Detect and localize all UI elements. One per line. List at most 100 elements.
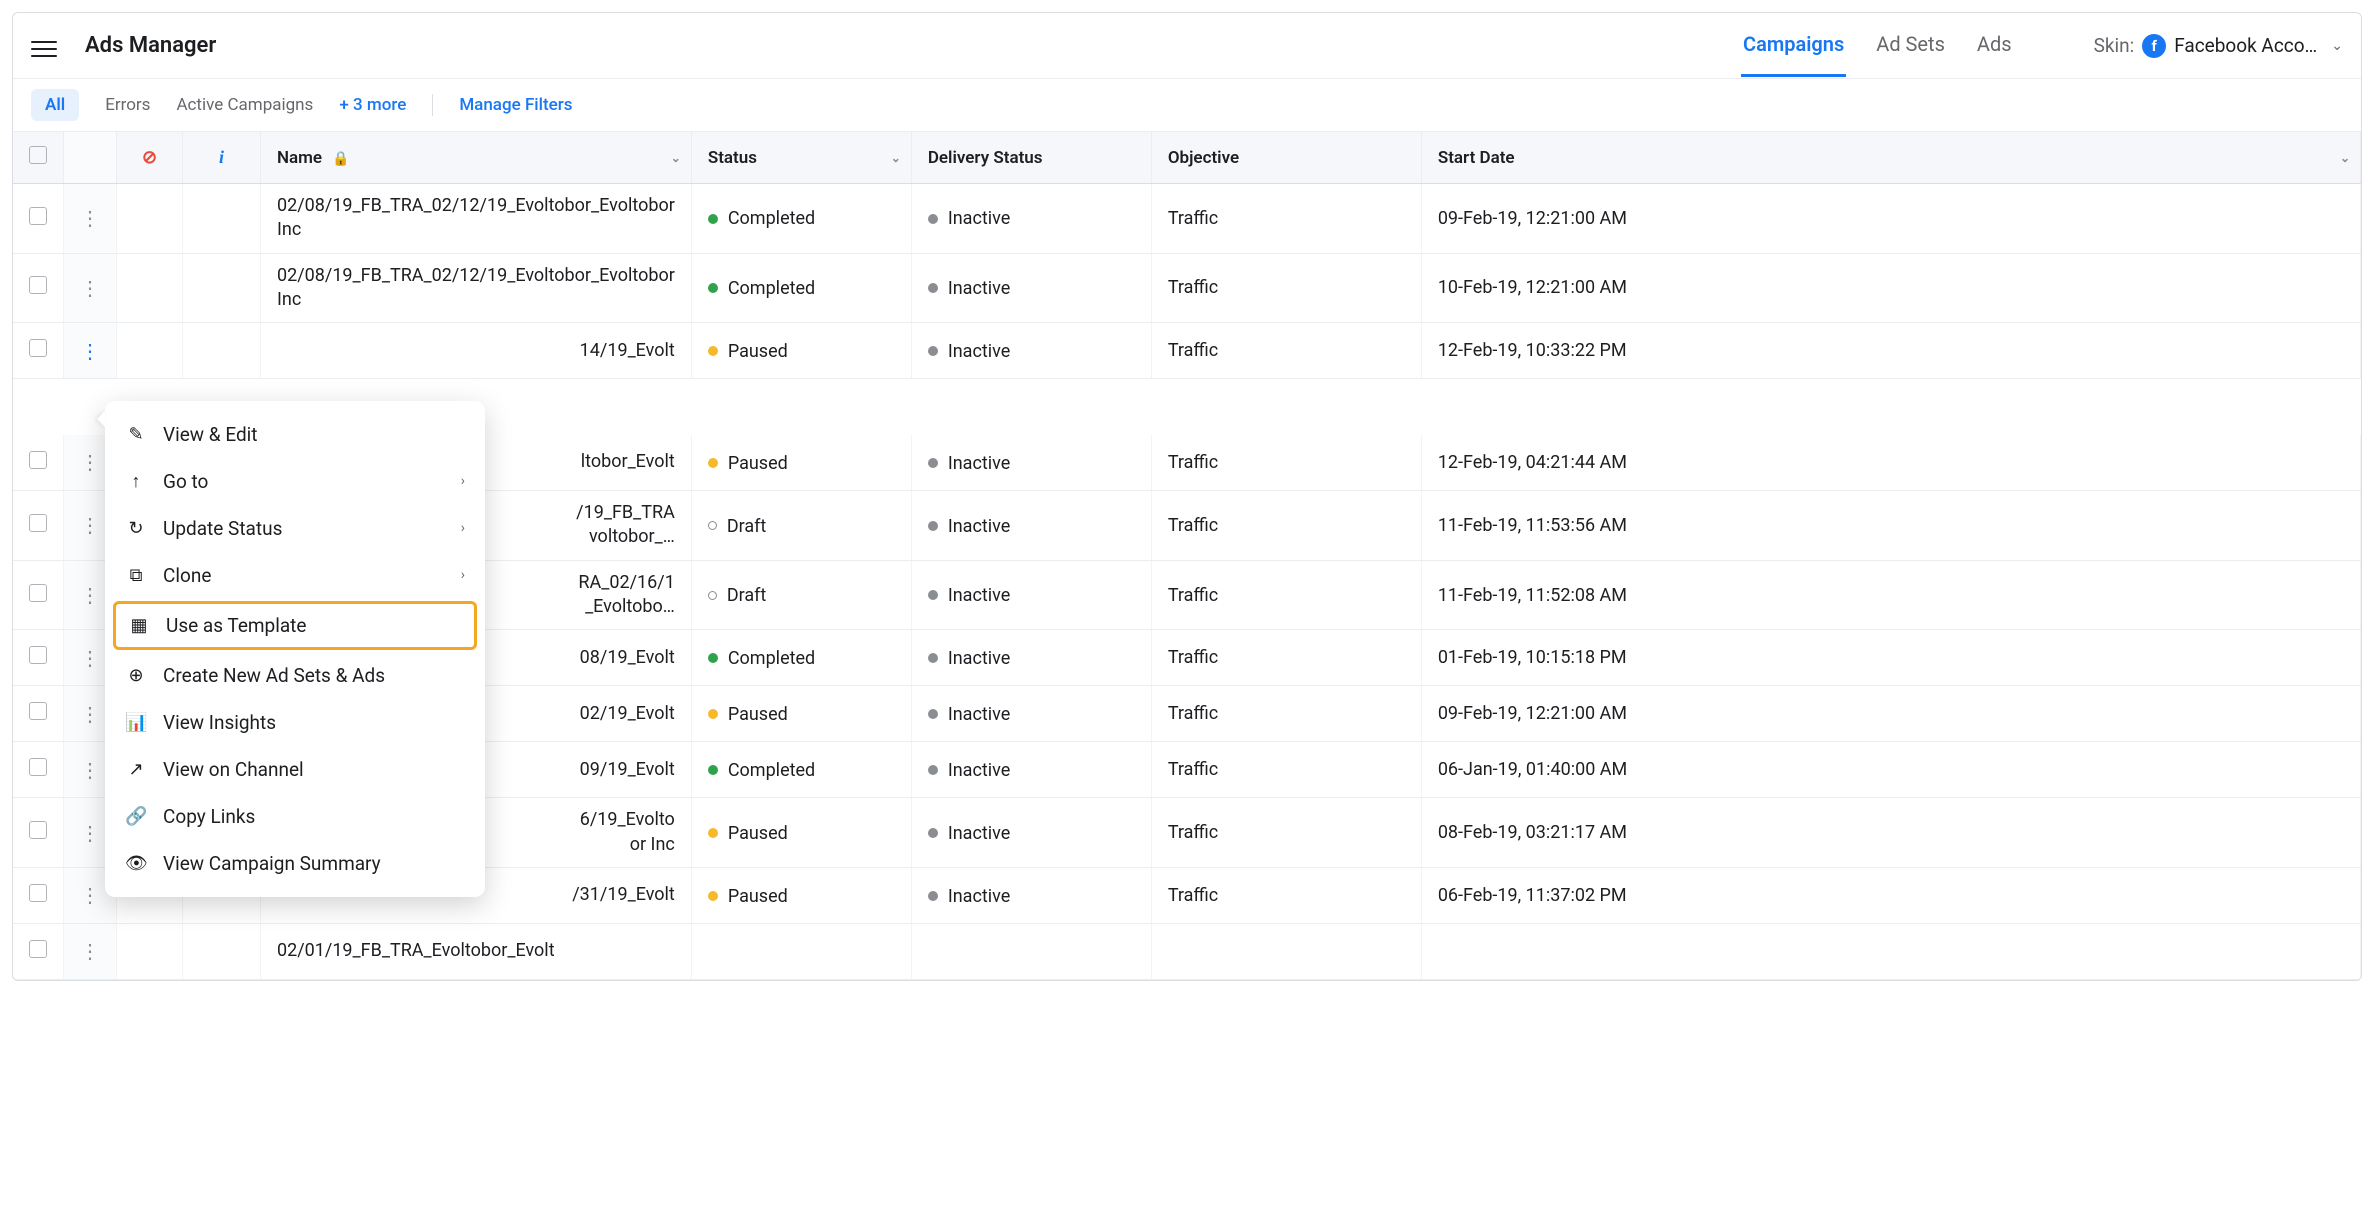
row-status: Draft [691, 491, 911, 561]
filter-errors[interactable]: Errors [105, 95, 150, 115]
status-dot-icon [928, 214, 938, 224]
header-objective[interactable]: Objective [1151, 132, 1421, 184]
delivery-text: Inactive [948, 648, 1010, 669]
row-delivery: Inactive [911, 184, 1151, 254]
header-info[interactable]: i [183, 132, 261, 184]
header-start-date[interactable]: Start Date ⌄ [1421, 132, 2360, 184]
menu-view-campaign-summary[interactable]: 👁 View Campaign Summary [105, 840, 485, 887]
kebab-icon[interactable]: ⋮ [80, 276, 100, 300]
table-row[interactable]: ⋮ 02/08/19_FB_TRA_02/12/19_Evoltobor_Evol… [13, 184, 2361, 254]
kebab-icon[interactable]: ⋮ [80, 206, 100, 230]
status-dot-icon [928, 346, 938, 356]
header-start-date-label: Start Date [1438, 148, 1515, 168]
delivery-text: Inactive [948, 760, 1010, 781]
kebab-icon[interactable]: ⋮ [80, 339, 100, 363]
menu-go-to[interactable]: ↑ Go to › [105, 458, 485, 505]
tab-ad-sets[interactable]: Ad Sets [1874, 14, 1947, 77]
hamburger-icon[interactable] [31, 36, 57, 56]
row-delivery: Inactive [911, 742, 1151, 798]
header-warnings[interactable]: ⊘ [117, 132, 183, 184]
divider [432, 94, 433, 116]
kebab-icon[interactable]: ⋮ [80, 883, 100, 907]
menu-view-edit[interactable]: ✎ View & Edit [105, 411, 485, 458]
header-delivery-status[interactable]: Delivery Status [911, 132, 1151, 184]
tab-campaigns[interactable]: Campaigns [1741, 14, 1846, 77]
campaign-name: 02/08/19_FB_TRA_02/12/19_Evoltobor_Evolt… [277, 264, 675, 313]
row-checkbox[interactable] [13, 798, 64, 868]
filter-more[interactable]: + 3 more [339, 95, 406, 115]
chevron-right-icon: › [461, 520, 465, 536]
row-start-date: 09-Feb-19, 12:21:00 AM [1421, 686, 2360, 742]
menu-view-insights[interactable]: 📊 View Insights [105, 699, 485, 746]
row-status: Paused [691, 867, 911, 923]
kebab-icon[interactable]: ⋮ [80, 758, 100, 782]
row-status: Paused [691, 686, 911, 742]
row-checkbox[interactable] [13, 686, 64, 742]
row-checkbox[interactable] [13, 867, 64, 923]
row-warning [117, 923, 183, 979]
row-actions[interactable]: ⋮ [64, 184, 117, 254]
menu-use-as-template[interactable]: ▦ Use as Template [113, 601, 477, 650]
row-delivery: Inactive [911, 253, 1151, 323]
row-checkbox[interactable] [13, 560, 64, 630]
row-checkbox[interactable] [13, 435, 64, 491]
row-status: Completed [691, 742, 911, 798]
status-dot-icon [708, 828, 718, 838]
row-checkbox[interactable] [13, 184, 64, 254]
kebab-icon[interactable]: ⋮ [80, 939, 100, 963]
chevron-right-icon: › [461, 473, 465, 489]
row-actions[interactable]: ⋮ [64, 253, 117, 323]
row-actions[interactable]: ⋮ [64, 923, 117, 979]
tab-ads[interactable]: Ads [1975, 14, 2014, 77]
row-name[interactable]: 02/01/19_FB_TRA_Evoltobor_Evolt [261, 923, 692, 979]
table-row[interactable]: ⋮ 02/08/19_FB_TRA_02/12/19_Evoltobor_Evol… [13, 253, 2361, 323]
template-icon: ▦ [128, 615, 150, 636]
status-dot-icon [708, 214, 718, 224]
menu-copy-links[interactable]: 🔗 Copy Links [105, 793, 485, 840]
row-name[interactable]: 02/08/19_FB_TRA_02/12/19_Evoltobor_Evolt… [261, 184, 692, 254]
manage-filters[interactable]: Manage Filters [459, 95, 572, 115]
filter-active-campaigns[interactable]: Active Campaigns [176, 95, 313, 115]
kebab-icon[interactable]: ⋮ [80, 646, 100, 670]
status-dot-icon [708, 346, 718, 356]
filter-all[interactable]: All [31, 89, 79, 121]
table-row[interactable]: ⋮14/19_EvoltPausedInactiveTraffic12-Feb-… [13, 323, 2361, 379]
row-name[interactable]: 02/08/19_FB_TRA_02/12/19_Evoltobor_Evolt… [261, 253, 692, 323]
row-name[interactable]: 14/19_Evolt [261, 323, 692, 379]
row-start-date: 08-Feb-19, 03:21:17 AM [1421, 798, 2360, 868]
status-dot-icon [928, 458, 938, 468]
menu-view-on-channel[interactable]: ↗ View on Channel [105, 746, 485, 793]
row-checkbox[interactable] [13, 491, 64, 561]
header-name[interactable]: Name 🔒 ⌄ [261, 132, 692, 184]
row-info [183, 184, 261, 254]
info-icon: i [219, 147, 224, 167]
delivery-text: Inactive [948, 208, 1010, 229]
header-checkbox[interactable] [13, 132, 64, 184]
kebab-icon[interactable]: ⋮ [80, 702, 100, 726]
menu-clone[interactable]: ⧉ Clone › [105, 552, 485, 599]
row-checkbox[interactable] [13, 323, 64, 379]
skin-switcher[interactable]: Skin: f Facebook Acco… ⌄ [2094, 34, 2343, 58]
row-checkbox[interactable] [13, 923, 64, 979]
view-tabs: Campaigns Ad Sets Ads [1741, 14, 2014, 77]
campaign-name: 14/19_Evolt [277, 339, 675, 363]
menu-label: Use as Template [166, 614, 306, 637]
status-text: Completed [728, 760, 815, 781]
menu-update-status[interactable]: ↻ Update Status › [105, 505, 485, 552]
kebab-icon[interactable]: ⋮ [80, 821, 100, 845]
table-row[interactable]: ⋮ 02/01/19_FB_TRA_Evoltobor_Evolt [13, 923, 2361, 979]
status-text: Paused [728, 341, 788, 362]
menu-create-new[interactable]: ⊕ Create New Ad Sets & Ads [105, 652, 485, 699]
kebab-icon[interactable]: ⋮ [80, 513, 100, 537]
row-checkbox[interactable] [13, 742, 64, 798]
header-status[interactable]: Status ⌄ [691, 132, 911, 184]
status-dot-icon [708, 709, 718, 719]
status-text: Paused [728, 885, 788, 906]
row-actions[interactable]: ⋮ [64, 323, 117, 379]
kebab-icon[interactable]: ⋮ [80, 583, 100, 607]
row-checkbox[interactable] [13, 630, 64, 686]
kebab-icon[interactable]: ⋮ [80, 450, 100, 474]
header-status-label: Status [708, 148, 757, 168]
row-checkbox[interactable] [13, 253, 64, 323]
chevron-right-icon: › [461, 567, 465, 583]
